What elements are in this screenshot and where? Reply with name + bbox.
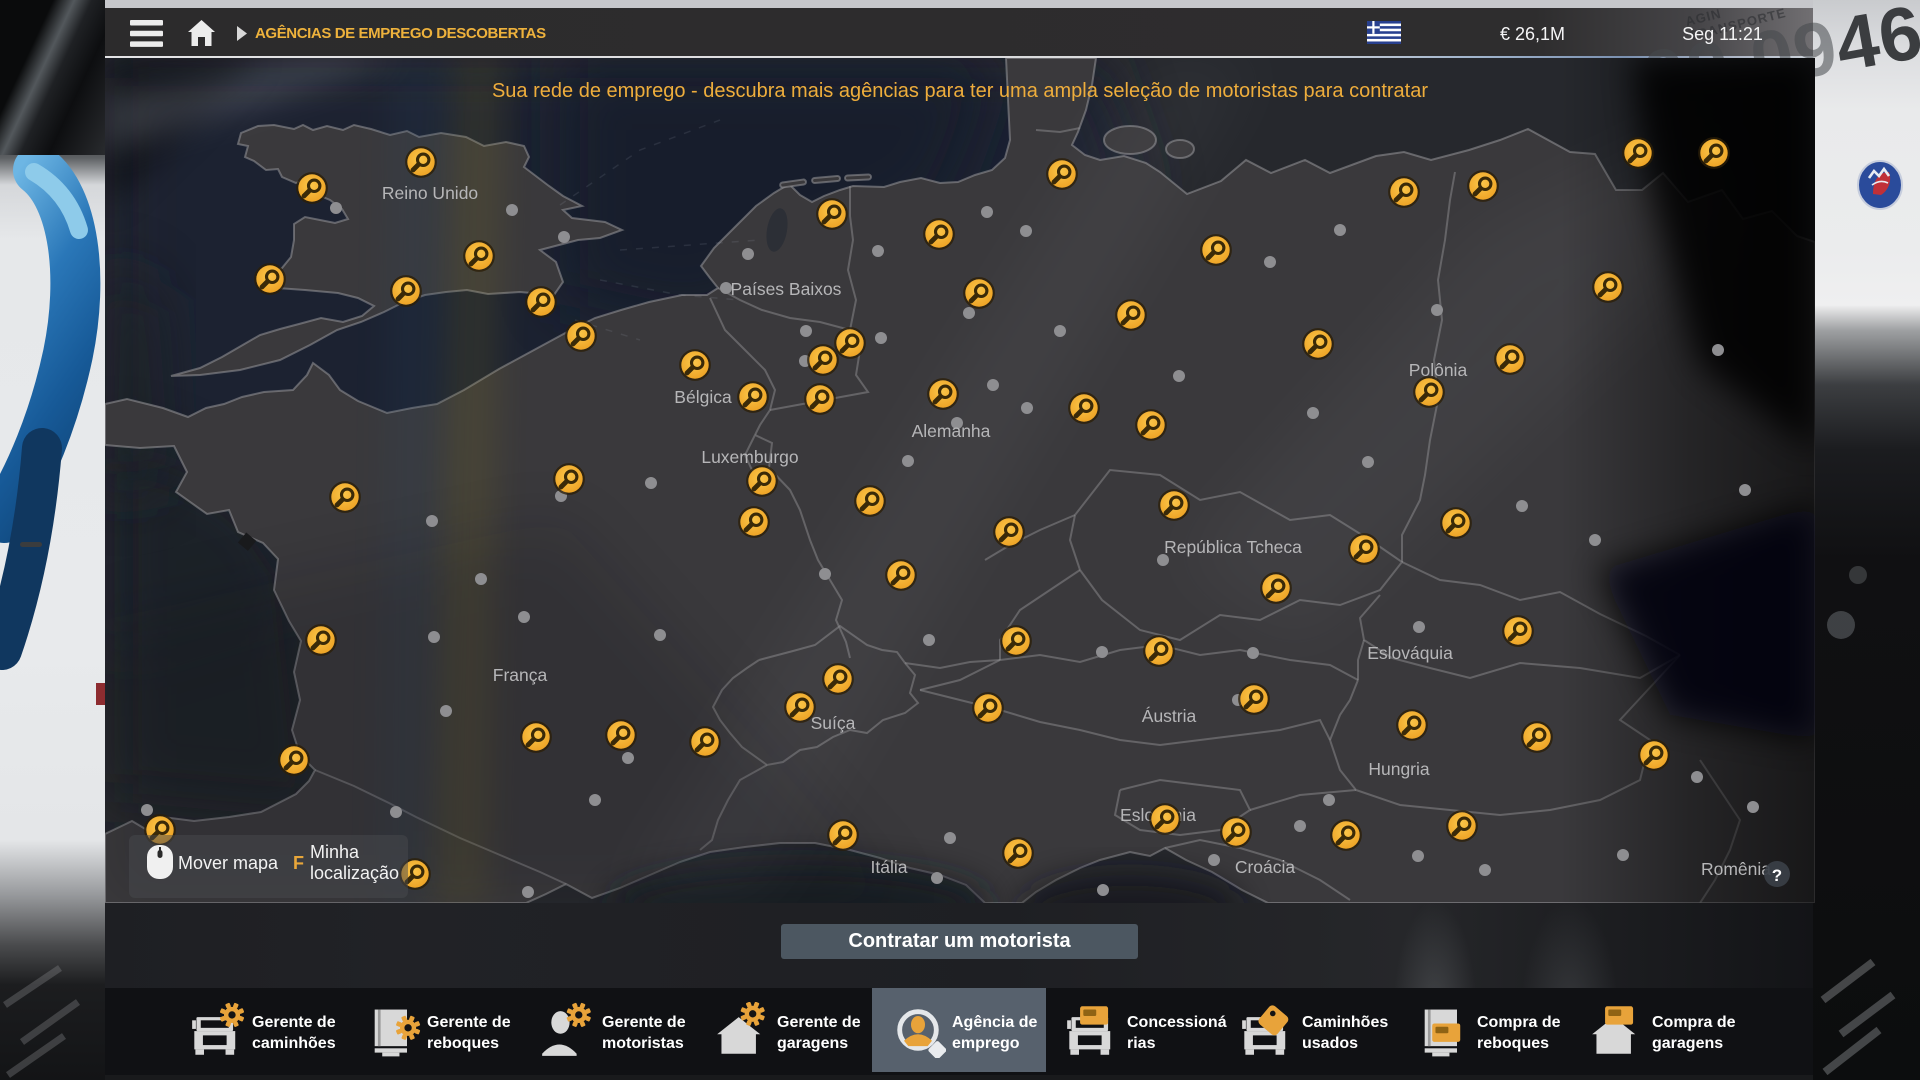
- svg-text:Suíça: Suíça: [811, 713, 856, 733]
- svg-text:Bélgica: Bélgica: [674, 387, 732, 407]
- svg-text:França: França: [493, 665, 548, 685]
- svg-text:Hungria: Hungria: [1368, 759, 1430, 779]
- svg-text:Países Baixos: Países Baixos: [731, 279, 842, 299]
- svg-text:Eslováquia: Eslováquia: [1367, 643, 1453, 663]
- svg-text:Reino Unido: Reino Unido: [382, 183, 478, 203]
- svg-text:Romênia: Romênia: [1701, 859, 1771, 879]
- svg-text:Alemanha: Alemanha: [912, 421, 991, 441]
- svg-text:Itália: Itália: [871, 857, 908, 877]
- svg-text:Croácia: Croácia: [1235, 857, 1296, 877]
- svg-text:República Tcheca: República Tcheca: [1164, 537, 1302, 557]
- svg-text:?: ?: [1772, 866, 1782, 885]
- svg-text:Polônia: Polônia: [1409, 360, 1468, 380]
- svg-text:Luxemburgo: Luxemburgo: [701, 447, 798, 467]
- svg-text:Áustria: Áustria: [1142, 706, 1197, 726]
